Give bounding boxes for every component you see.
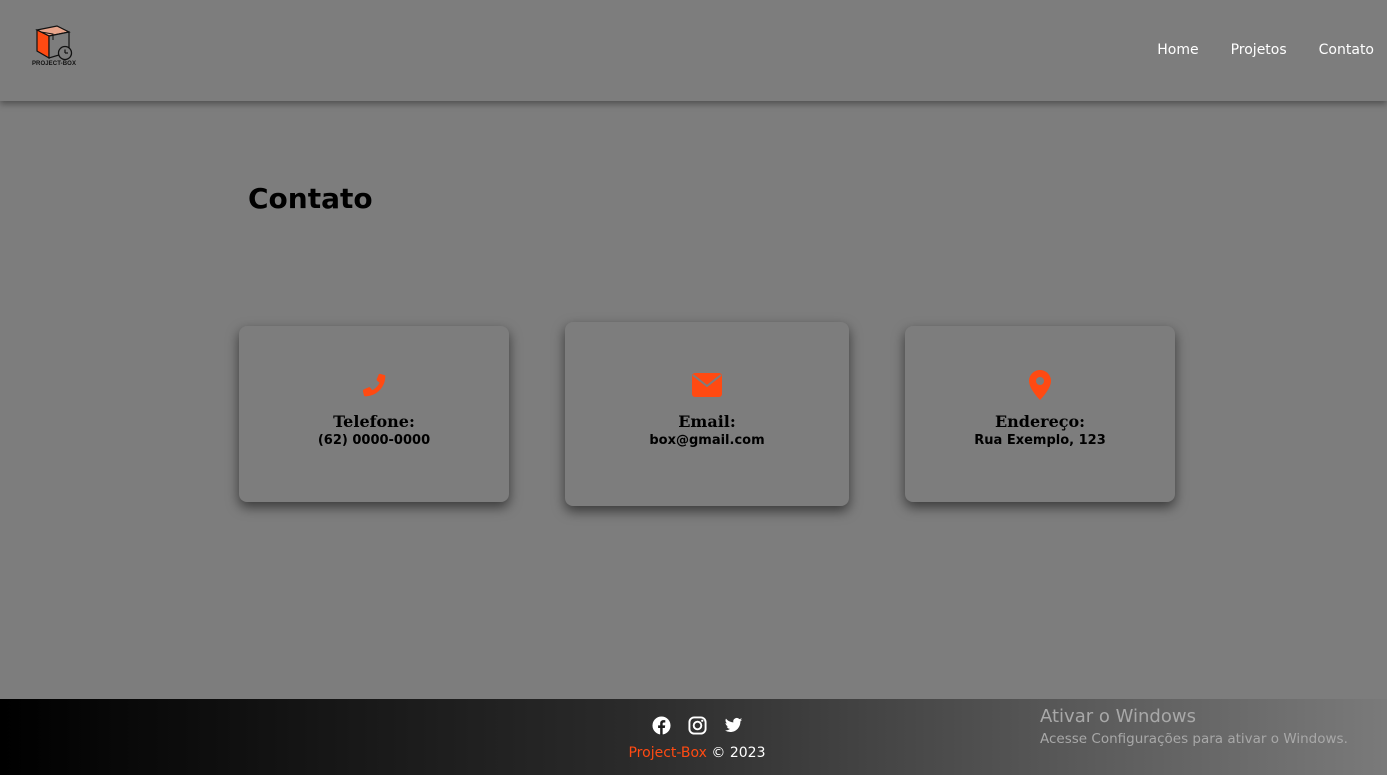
nav-contato[interactable]: Contato — [1319, 42, 1374, 58]
contact-card-email: Email: box@gmail.com — [565, 322, 849, 506]
copyright: Project-Box © 2023 — [0, 745, 1387, 761]
phone-icon — [360, 370, 388, 400]
box-logo-icon — [35, 25, 73, 61]
card-label: Telefone: — [333, 412, 415, 431]
nav-home[interactable]: Home — [1157, 42, 1198, 58]
phone-value: (62) 0000-0000 — [317, 433, 431, 448]
main-nav: Home Projetos Contato — [1157, 42, 1374, 58]
page: PROJECT-BOX Home Projetos Contato Contat… — [0, 0, 1387, 775]
twitter-icon[interactable] — [724, 716, 743, 735]
windows-activation-title: Ativar o Windows — [1040, 706, 1196, 727]
windows-activation-subtitle: Acesse Configurações para ativar o Windo… — [1040, 731, 1348, 747]
copyright-text: © 2023 — [711, 745, 766, 761]
social-links — [652, 716, 743, 735]
card-label: Email: — [678, 412, 736, 431]
instagram-icon[interactable] — [688, 716, 707, 735]
logo-text: PROJECT-BOX — [31, 61, 77, 67]
contact-card-phone: Telefone: (62) 0000-0000 — [239, 326, 509, 502]
page-title: Contato — [248, 182, 373, 215]
project-box-logo[interactable]: PROJECT-BOX — [27, 24, 81, 72]
nav-projetos[interactable]: Projetos — [1231, 42, 1287, 58]
email-value: box@gmail.com — [649, 433, 765, 448]
envelope-icon — [692, 370, 722, 400]
footer-brand: Project-Box — [628, 745, 707, 761]
address-value: Rua Exemplo, 123 — [974, 433, 1106, 448]
site-header: PROJECT-BOX Home Projetos Contato — [0, 0, 1387, 101]
facebook-icon[interactable] — [652, 716, 671, 735]
card-label: Endereço: — [994, 412, 1086, 431]
contact-card-address: Endereço: Rua Exemplo, 123 — [905, 326, 1175, 502]
map-pin-icon — [1029, 370, 1051, 400]
